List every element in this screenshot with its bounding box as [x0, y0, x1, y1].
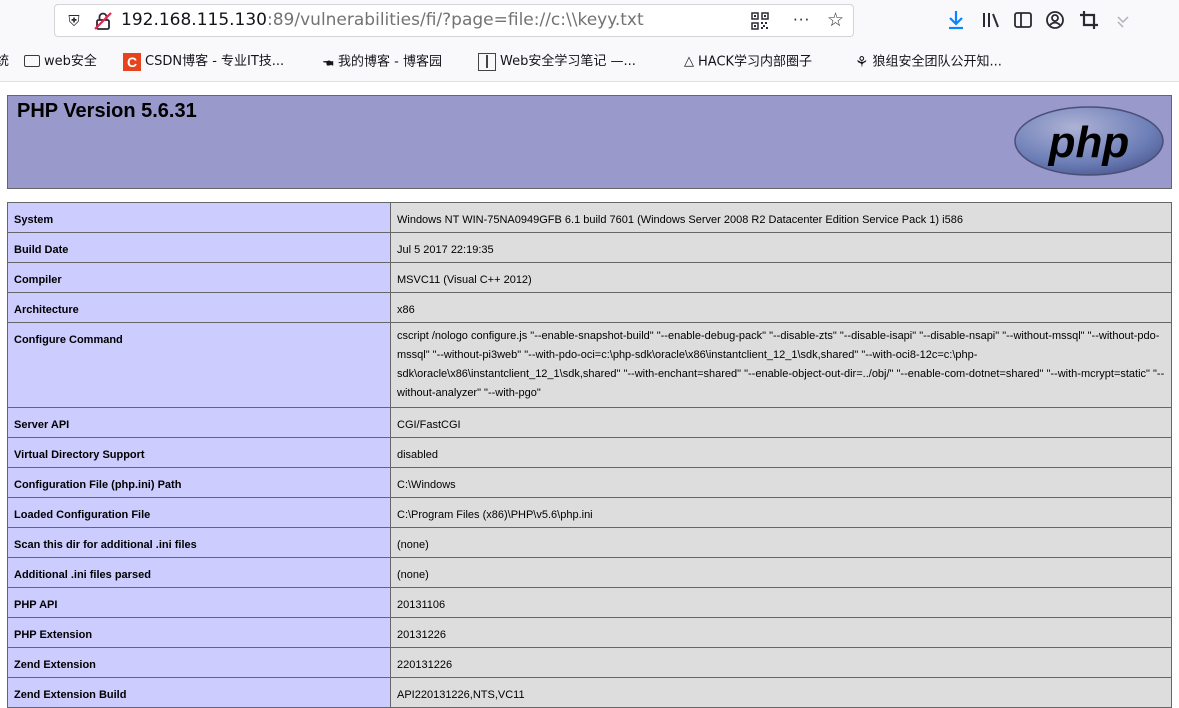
row-key: Loaded Configuration File — [7, 497, 391, 528]
row-key: PHP Extension — [7, 617, 391, 648]
library-icon[interactable] — [980, 8, 1002, 32]
row-key: Build Date — [7, 232, 391, 263]
row-key: Virtual Directory Support — [7, 437, 391, 468]
table-row: Configure Command cscript /nologo configu… — [7, 322, 1172, 408]
row-key: System — [7, 202, 391, 233]
row-key: Configuration File (php.ini) Path — [7, 467, 391, 498]
row-value: cscript /nologo configure.js "--enable-s… — [390, 322, 1172, 408]
table-row: Zend Extension 220131226 — [7, 647, 1172, 678]
bookmark-label: Web安全学习笔记 —... — [500, 54, 636, 69]
table-row: System Windows NT WIN-75NA0949GFB 6.1 bui… — [7, 202, 1172, 233]
table-row: Build Date Jul 5 2017 22:19:35 — [7, 232, 1172, 263]
bookmark-web-notes[interactable]: Web安全学习笔记 —... — [478, 42, 636, 82]
row-key: PHP API — [7, 587, 391, 618]
row-key: Configure Command — [7, 322, 391, 408]
row-value: 20131226 — [390, 617, 1172, 648]
bookmark-label: 狼组安全团队公开知... — [872, 54, 1002, 70]
table-row: Architecture x86 — [7, 292, 1172, 323]
row-value: C:\Program Files (x86)\PHP\v5.6\php.ini — [390, 497, 1172, 528]
row-value: Windows NT WIN-75NA0949GFB 6.1 build 760… — [390, 202, 1172, 233]
php-logo-text: php — [1048, 118, 1130, 167]
table-row: PHP API 20131106 — [7, 587, 1172, 618]
bookmark-label: CSDN博客 - 专业IT技... — [145, 54, 285, 69]
row-value: Jul 5 2017 22:19:35 — [390, 232, 1172, 263]
row-value: (none) — [390, 557, 1172, 588]
bookmark-label: 统 — [0, 54, 10, 69]
row-value: C:\Windows — [390, 467, 1172, 498]
row-key: Scan this dir for additional .ini files — [7, 527, 391, 558]
screenshot-crop-icon[interactable] — [1078, 8, 1100, 32]
bookmark-csdn[interactable]: C CSDN博客 - 专业IT技... — [123, 42, 284, 82]
row-value: MSVC11 (Visual C++ 2012) — [390, 262, 1172, 293]
row-key: Server API — [7, 407, 391, 438]
row-value: (none) — [390, 527, 1172, 558]
csdn-logo-icon: C — [123, 52, 141, 71]
bookmark-hack-circle[interactable]: △ HACK学习内部圈子 — [684, 42, 812, 82]
phpinfo-header: PHP Version 5.6.31 php — [7, 95, 1172, 189]
row-key: Zend Extension — [7, 647, 391, 678]
folder-icon — [24, 54, 40, 67]
bookmark-partial[interactable]: 统 — [0, 42, 9, 82]
bookmarks-toolbar: 统 web安全 C CSDN博客 - 专业IT技... 🖜 我的博客 - 博客园 W… — [0, 42, 1179, 82]
sidebar-icon[interactable] — [1012, 8, 1034, 32]
table-row: Loaded Configuration File C:\Program File… — [7, 497, 1172, 528]
notebook-icon — [478, 52, 496, 71]
bookmark-folder-web-security[interactable]: web安全 — [24, 42, 97, 82]
row-key: Architecture — [7, 292, 391, 323]
url-host: 192.168.115.130 — [121, 10, 268, 30]
bookmark-wolf-team[interactable]: ⚘ 狼组安全团队公开知... — [855, 42, 1002, 82]
bookmark-label: 我的博客 - 博客园 — [338, 54, 442, 70]
cnblogs-icon: 🖜 — [323, 53, 334, 71]
insecure-lock-icon[interactable] — [93, 11, 113, 31]
row-value: disabled — [390, 437, 1172, 468]
row-value: CGI/FastCGI — [390, 407, 1172, 438]
bookmark-label: HACK学习内部圈子 — [698, 54, 813, 70]
table-row: Scan this dir for additional .ini files(… — [7, 527, 1172, 558]
account-icon[interactable] — [1044, 8, 1066, 32]
php-logo-icon[interactable]: php — [1013, 105, 1165, 177]
table-row: Zend Extension Build API220131226,NTS,VC1… — [7, 677, 1172, 708]
wolf-icon: ⚘ — [855, 53, 869, 71]
bookmark-label: web安全 — [44, 54, 97, 69]
table-row: PHP Extension 20131226 — [7, 617, 1172, 648]
row-key: Compiler — [7, 262, 391, 293]
browser-toolbar: ⛨ 192.168.115.130:89/vulnerabilities/fi/… — [0, 0, 1179, 42]
url-path: :89/vulnerabilities/fi/?page=file://c:\\… — [267, 10, 644, 30]
row-value: API220131226,NTS,VC11 — [390, 677, 1172, 708]
phpinfo-table: System Windows NT WIN-75NA0949GFB 6.1 bui… — [7, 202, 1172, 708]
table-row: Additional .ini files parsed (none) — [7, 557, 1172, 588]
row-key: Zend Extension Build — [7, 677, 391, 708]
downloads-icon[interactable] — [945, 8, 967, 32]
page-title: PHP Version 5.6.31 — [17, 100, 197, 122]
table-row: Configuration File (php.ini) Path C:\Wind… — [7, 467, 1172, 498]
page-actions-menu-icon[interactable]: ··· — [793, 5, 810, 36]
url-text[interactable]: 192.168.115.130:89/vulnerabilities/fi/?p… — [121, 5, 644, 36]
row-value: x86 — [390, 292, 1172, 323]
row-value: 20131106 — [390, 587, 1172, 618]
hack-site-icon: △ — [684, 54, 694, 69]
row-value: 220131226 — [390, 647, 1172, 678]
overflow-chevron-icon[interactable] — [1112, 8, 1134, 32]
table-row: Virtual Directory Support disabled — [7, 437, 1172, 468]
table-row: Server API CGI/FastCGI — [7, 407, 1172, 438]
bookmark-cnblogs[interactable]: 🖜 我的博客 - 博客园 — [323, 42, 442, 82]
bookmark-star-icon[interactable]: ☆ — [827, 5, 844, 36]
address-bar[interactable]: ⛨ 192.168.115.130:89/vulnerabilities/fi/… — [54, 4, 854, 37]
qr-code-icon[interactable] — [751, 12, 769, 30]
tracking-shield-icon[interactable]: ⛨ — [65, 12, 83, 30]
table-row: Compiler MSVC11 (Visual C++ 2012) — [7, 262, 1172, 293]
row-key: Additional .ini files parsed — [7, 557, 391, 588]
